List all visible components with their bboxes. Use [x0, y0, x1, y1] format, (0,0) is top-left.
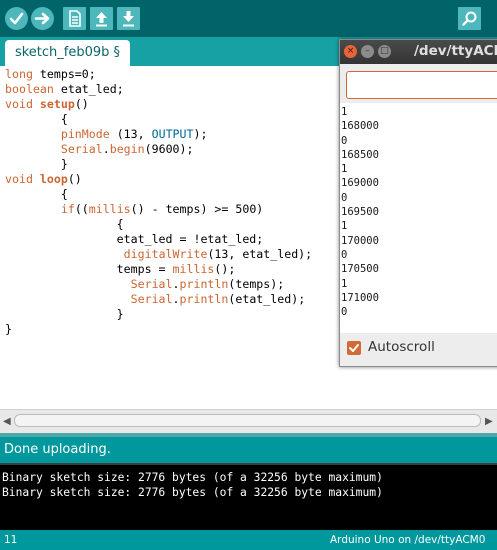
console-text: Binary sketch size: 2776 bytes (of a 322… [2, 471, 383, 499]
line-number: 11 [4, 534, 18, 546]
verify-button[interactable] [5, 7, 28, 30]
maximize-icon[interactable]: □ [378, 45, 391, 58]
code-text[interactable]: long temps=0; boolean etat_led; void set… [5, 67, 312, 337]
serial-monitor-button[interactable] [458, 7, 481, 30]
serial-output-text: 1 168000 0 168500 1 169000 0 169500 1 17… [341, 106, 379, 319]
scroll-right-icon[interactable]: ▶ [485, 416, 493, 427]
serial-monitor-title: /dev/ttyACM0 [414, 43, 497, 59]
up-arrow-icon [96, 12, 107, 27]
serial-monitor-titlebar[interactable]: × – □ /dev/ttyACM0 [340, 40, 497, 64]
console-output: Binary sketch size: 2776 bytes (of a 322… [0, 463, 497, 530]
magnifier-icon [462, 11, 477, 26]
serial-send-input[interactable] [346, 71, 497, 99]
upload-button[interactable] [31, 7, 54, 30]
serial-monitor-window: × – □ /dev/ttyACM0 1 168000 0 168500 1 1… [339, 39, 497, 367]
horizontal-scrollbar[interactable]: ◀ ▶ [0, 409, 497, 434]
checkbox-checked-icon[interactable] [347, 341, 361, 355]
open-button[interactable] [90, 7, 113, 30]
checkmark-icon [9, 12, 24, 25]
status-bar: Done uploading. [0, 437, 497, 463]
scrollbar-thumb[interactable] [14, 414, 481, 427]
board-info: Arduino Uno on /dev/ttyACM0 [330, 534, 486, 546]
save-button[interactable] [117, 7, 140, 30]
right-arrow-icon [34, 12, 50, 25]
minimize-icon[interactable]: – [361, 45, 374, 58]
down-arrow-icon [123, 11, 134, 27]
autoscroll-label: Autoscroll [368, 339, 435, 355]
scroll-left-icon[interactable]: ◀ [3, 416, 11, 427]
bottom-bar: 11 Arduino Uno on /dev/ttyACM0 [0, 530, 497, 550]
close-icon[interactable]: × [344, 45, 357, 58]
tab-sketch[interactable]: sketch_feb09b § [5, 40, 130, 66]
serial-output-area: 1 168000 0 168500 1 169000 0 169500 1 17… [340, 103, 497, 333]
document-icon [69, 10, 81, 27]
toolbar [0, 0, 497, 37]
new-button[interactable] [63, 7, 86, 30]
status-message: Done uploading. [4, 442, 111, 457]
